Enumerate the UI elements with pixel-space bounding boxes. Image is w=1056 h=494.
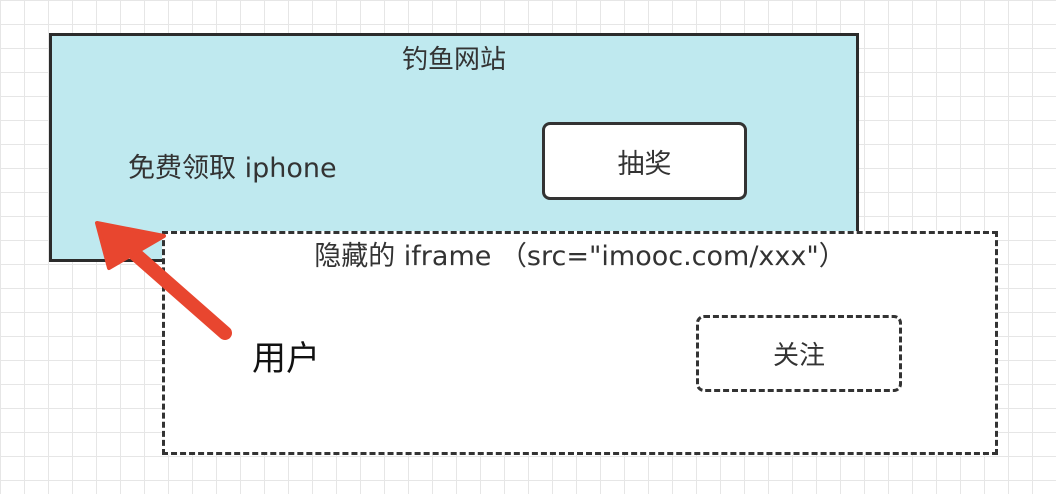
follow-button[interactable]: 关注 [696, 315, 902, 392]
phishing-site-title: 钓鱼网站 [401, 45, 506, 75]
free-iphone-offer-text: 免费领取 iphone [128, 153, 337, 184]
follow-button-label: 关注 [772, 341, 825, 371]
hidden-iframe-title: 隐藏的 iframe （src="imooc.com/xxx"） [314, 241, 846, 272]
user-label: 用户 [252, 339, 320, 379]
lottery-button[interactable]: 抽奖 [542, 122, 747, 200]
lottery-button-label: 抽奖 [617, 148, 672, 180]
